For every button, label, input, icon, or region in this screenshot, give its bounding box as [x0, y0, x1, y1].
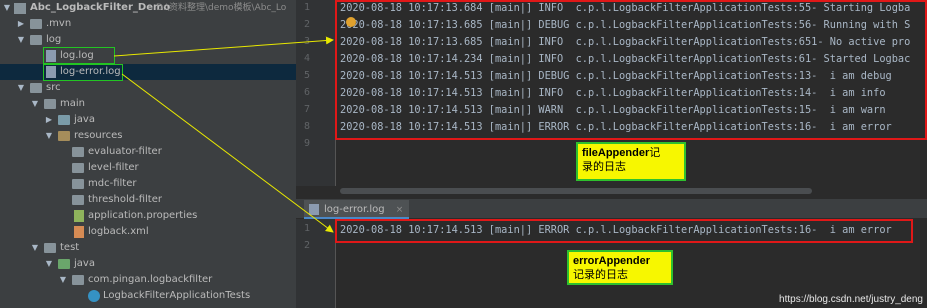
- tree-label: java: [74, 114, 95, 125]
- tab-label: log-error.log: [324, 204, 385, 215]
- tree-item-src[interactable]: ▼ src: [0, 80, 296, 96]
- tree-label: evaluator-filter: [88, 146, 162, 157]
- properties-file-icon: [74, 210, 84, 222]
- tree-item-logback-xml[interactable]: logback.xml: [0, 224, 296, 240]
- line-number: 2: [303, 19, 310, 30]
- callout-text: 记: [649, 147, 661, 159]
- tree-item-project[interactable]: ▼ Abc_LogbackFilter_Demo D:\资料整理\demo模板\…: [0, 0, 296, 16]
- tree-item-resources[interactable]: ▼ resources: [0, 128, 296, 144]
- class-icon: [88, 290, 100, 302]
- callout-text: 记录的日志: [573, 269, 628, 281]
- folder-icon: [72, 179, 84, 189]
- tree-item-package[interactable]: ▼ com.pingan.logbackfilter: [0, 272, 296, 288]
- error-appender-callout: errorAppender 记录的日志: [567, 250, 673, 285]
- tree-item-mvn[interactable]: ▶ .mvn: [0, 16, 296, 32]
- chevron-down-icon[interactable]: ▼: [30, 96, 40, 112]
- tree-label: .mvn: [46, 18, 72, 29]
- log-error-annotation-box: [335, 219, 913, 243]
- tree-item-test-java[interactable]: ▼ java: [0, 256, 296, 272]
- tree-label: application.properties: [88, 210, 198, 221]
- chevron-down-icon[interactable]: ▼: [16, 80, 26, 96]
- tree-label: level-filter: [88, 162, 139, 173]
- chevron-right-icon[interactable]: ▶: [16, 16, 26, 32]
- folder-icon: [44, 243, 56, 253]
- callout-title: fileAppender: [582, 147, 650, 159]
- tab-log-error[interactable]: log-error.log ×: [304, 200, 410, 219]
- close-icon[interactable]: ×: [396, 205, 404, 215]
- project-tree: ▼ Abc_LogbackFilter_Demo D:\资料整理\demo模板\…: [0, 0, 296, 308]
- folder-icon: [30, 83, 42, 93]
- line-number: 8: [303, 121, 310, 132]
- tree-item-test-class[interactable]: LogbackFilterApplicationTests: [0, 288, 296, 304]
- tree-item-application-properties[interactable]: application.properties: [0, 208, 296, 224]
- line-number: 9: [303, 138, 310, 149]
- folder-icon: [30, 19, 42, 29]
- tree-item-threshold-filter[interactable]: threshold-filter: [0, 192, 296, 208]
- project-path: D:\资料整理\demo模板\Abc_Lo: [156, 3, 287, 13]
- module-icon: [14, 3, 26, 14]
- horizontal-scrollbar[interactable]: [340, 188, 812, 194]
- editor-tab-bar: log-error.log ×: [296, 199, 927, 219]
- chevron-down-icon[interactable]: ▼: [30, 240, 40, 256]
- folder-icon: [44, 99, 56, 109]
- folder-icon: [72, 163, 84, 173]
- line-number: 4: [303, 53, 310, 64]
- folder-icon: [30, 35, 42, 45]
- chevron-down-icon[interactable]: ▼: [2, 0, 12, 16]
- callout-title: errorAppender: [573, 255, 651, 267]
- tree-label: threshold-filter: [88, 194, 162, 205]
- tree-item-log[interactable]: ▼ log: [0, 32, 296, 48]
- tree-item-java[interactable]: ▶ java: [0, 112, 296, 128]
- project-name: Abc_LogbackFilter_Demo: [30, 2, 171, 13]
- tree-label: test: [60, 242, 80, 253]
- line-number: 2: [303, 240, 310, 251]
- log-file-highlight: [43, 47, 115, 64]
- watermark: https://blog.csdn.net/justry_deng: [779, 294, 923, 305]
- tree-label: mdc-filter: [88, 178, 137, 189]
- line-number-gutter: 1 2: [296, 219, 336, 308]
- line-number: 5: [303, 70, 310, 81]
- file-appender-callout: fileAppender记 录的日志: [576, 142, 686, 181]
- tree-label: log: [46, 34, 62, 45]
- chevron-down-icon[interactable]: ▼: [44, 256, 54, 272]
- tree-item-mdc-filter[interactable]: mdc-filter: [0, 176, 296, 192]
- line-number-gutter: 1 2 3 4 5 6 7 8 9: [296, 0, 336, 186]
- tree-label: src: [46, 82, 61, 93]
- package-icon: [72, 275, 84, 285]
- chevron-down-icon[interactable]: ▼: [44, 128, 54, 144]
- xml-file-icon: [74, 226, 84, 238]
- source-folder-icon: [58, 115, 70, 125]
- line-number: 1: [303, 2, 310, 13]
- tree-label: com.pingan.logbackfilter: [88, 274, 213, 285]
- line-number: 7: [303, 104, 310, 115]
- tree-label: java: [74, 258, 95, 269]
- tree-label: main: [60, 98, 85, 109]
- tree-label: logback.xml: [88, 226, 149, 237]
- log-file-annotation-box: [335, 0, 927, 140]
- chevron-down-icon[interactable]: ▼: [58, 272, 68, 288]
- tree-item-main[interactable]: ▼ main: [0, 96, 296, 112]
- test-folder-icon: [58, 259, 70, 269]
- tree-label: resources: [74, 130, 123, 141]
- tree-item-test[interactable]: ▼ test: [0, 240, 296, 256]
- tree-label: LogbackFilterApplicationTests: [103, 290, 251, 301]
- log-error-file-highlight: [43, 64, 123, 81]
- chevron-down-icon[interactable]: ▼: [16, 32, 26, 48]
- line-number: 6: [303, 87, 310, 98]
- log-file-icon: [309, 204, 319, 215]
- tree-item-level-filter[interactable]: level-filter: [0, 160, 296, 176]
- line-number: 3: [303, 36, 310, 47]
- chevron-right-icon[interactable]: ▶: [44, 112, 54, 128]
- tree-item-evaluator-filter[interactable]: evaluator-filter: [0, 144, 296, 160]
- folder-icon: [72, 147, 84, 157]
- callout-text: 录的日志: [582, 161, 626, 173]
- resources-folder-icon: [58, 131, 70, 141]
- line-number: 1: [303, 223, 310, 234]
- folder-icon: [72, 195, 84, 205]
